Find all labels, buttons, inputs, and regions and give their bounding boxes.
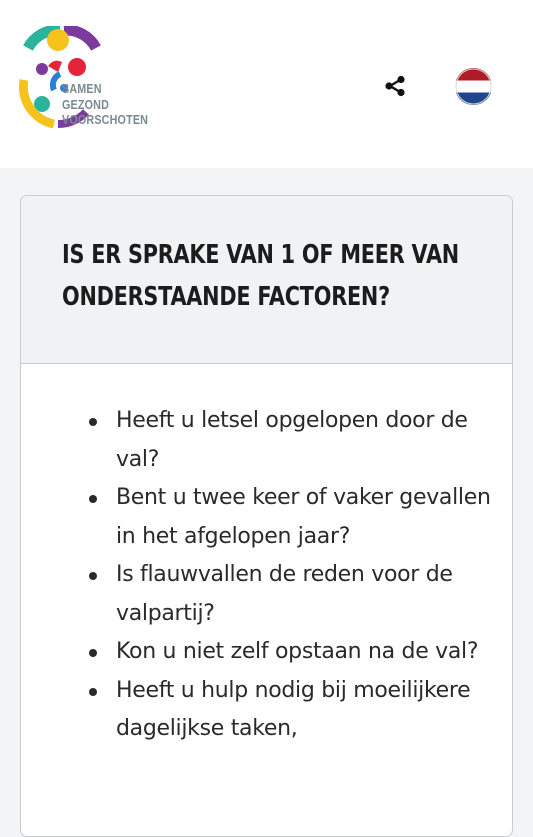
logo-line-3: VOORSCHOTEN: [62, 113, 149, 127]
question-title: Is er sprake van 1 of meer van onderstaa…: [62, 240, 459, 312]
question-card: Is er sprake van 1 of meer van onderstaa…: [20, 195, 513, 837]
card-body: Heeft u letsel opgelopen door de val? Be…: [21, 364, 512, 749]
list-item: Bent u twee keer of vaker gevallen in he…: [89, 479, 491, 556]
list-item: Kon u niet zelf opstaan na de val?: [89, 633, 491, 672]
factor-list: Heeft u letsel opgelopen door de val? Be…: [89, 402, 492, 749]
samen-gezond-voorschoten-logo[interactable]: SAMEN GEZOND VOORSCHOTEN: [18, 24, 153, 146]
logo-line-1: SAMEN: [62, 82, 102, 96]
netherlands-flag-icon: [455, 68, 492, 105]
share-button[interactable]: [381, 72, 409, 100]
logo-line-2: GEZOND: [62, 97, 110, 112]
list-item: Heeft u letsel opgelopen door de val?: [89, 402, 491, 479]
list-item: Heeft u hulp nodig bij moeilijkere dagel…: [89, 672, 491, 749]
share-icon: [385, 75, 405, 97]
card-header: Is er sprake van 1 of meer van onderstaa…: [21, 196, 512, 364]
logo-wordmark: SAMEN GEZOND VOORSCHOTEN: [62, 82, 148, 129]
language-selector-button[interactable]: [455, 68, 492, 105]
site-header: SAMEN GEZOND VOORSCHOTEN: [0, 0, 533, 168]
list-item: Is flauwvallen de reden voor de valparti…: [89, 556, 491, 633]
